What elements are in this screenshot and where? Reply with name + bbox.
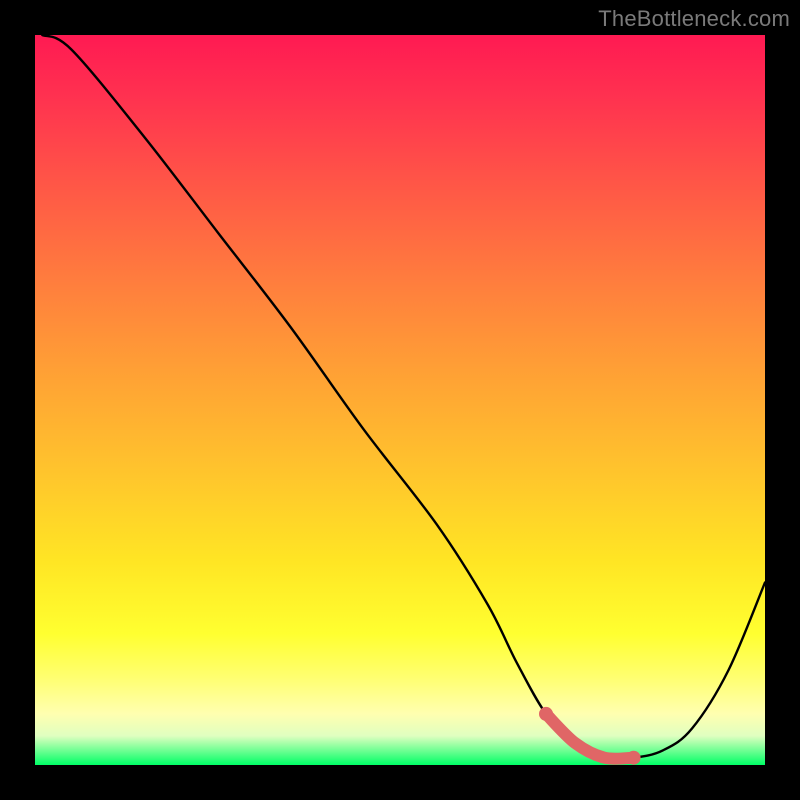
chart-svg: [35, 35, 765, 765]
chart-plot-area: [35, 35, 765, 765]
watermark-text: TheBottleneck.com: [598, 6, 790, 32]
bottleneck-highlight-segment: [546, 714, 634, 759]
bottleneck-curve-line: [42, 35, 765, 759]
